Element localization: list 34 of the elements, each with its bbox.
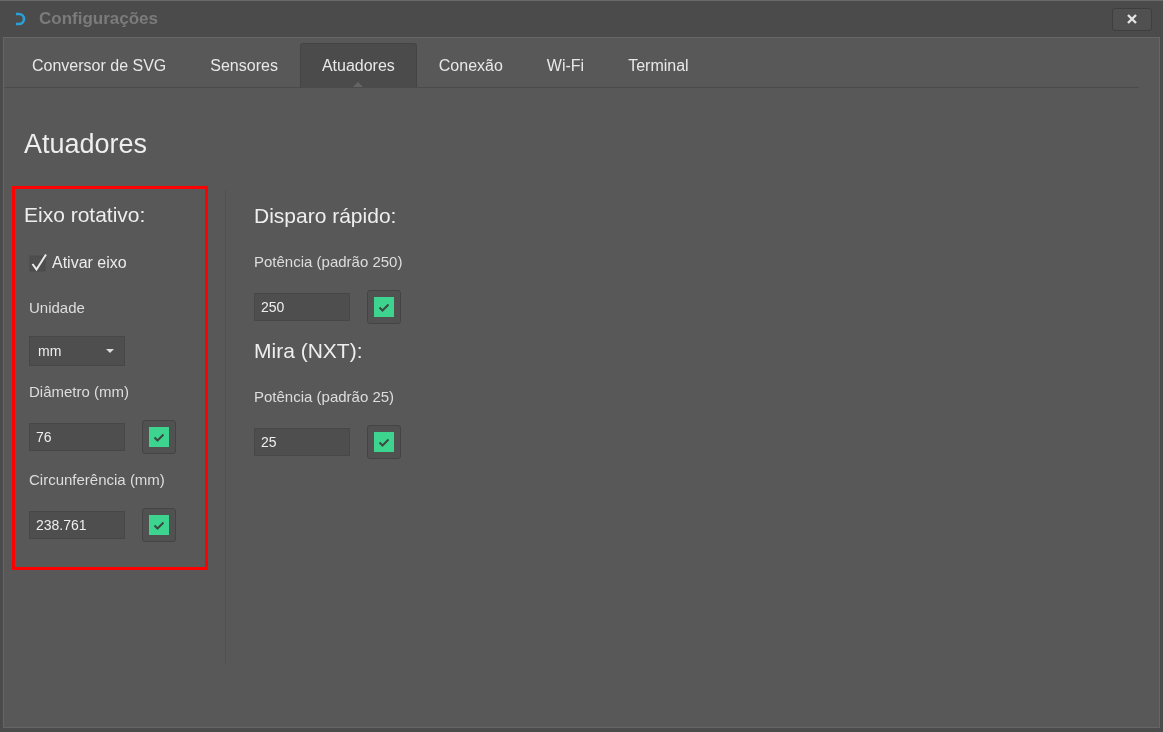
check-icon (374, 297, 394, 317)
checkbox-label: Ativar eixo (52, 254, 127, 272)
field-label: Potência (padrão 250) (254, 254, 403, 270)
apply-button[interactable] (367, 290, 401, 324)
number-input[interactable]: 25 (254, 428, 350, 456)
apply-button[interactable] (142, 508, 176, 542)
field-label: Unidade (29, 300, 85, 316)
check-icon (374, 432, 394, 452)
field-label: Diâmetro (mm) (29, 384, 129, 400)
check-icon (149, 515, 169, 535)
tab[interactable]: Terminal (606, 43, 711, 87)
number-input[interactable]: 76 (29, 423, 125, 451)
tab[interactable]: Sensores (188, 43, 300, 87)
tab[interactable]: Wi-Fi (524, 43, 607, 87)
tab[interactable]: Conexão (416, 43, 525, 87)
field-label: Potência (padrão 25) (254, 389, 395, 405)
close-icon (1127, 14, 1137, 24)
number-input[interactable]: 238.761 (29, 511, 125, 539)
section-title: Mira (NXT): (254, 339, 363, 363)
check-icon (149, 427, 169, 447)
tab[interactable]: Conversor de SVG (10, 43, 189, 87)
caret-icon (106, 349, 114, 353)
logo-icon (14, 12, 26, 26)
apply-button[interactable] (142, 420, 176, 454)
page-heading: Atuadores (24, 128, 148, 160)
section-title: Eixo rotativo: (24, 203, 146, 227)
apply-button[interactable] (367, 425, 401, 459)
number-input[interactable]: 250 (254, 293, 350, 321)
tab[interactable]: Atuadores (299, 43, 417, 87)
section-title: Disparo rápido: (254, 204, 397, 228)
close-button[interactable] (1112, 7, 1152, 31)
checkbox[interactable] (29, 253, 49, 273)
field-label: Circunferência (mm) (29, 472, 165, 488)
unit-dropdown[interactable]: mm (29, 336, 125, 366)
